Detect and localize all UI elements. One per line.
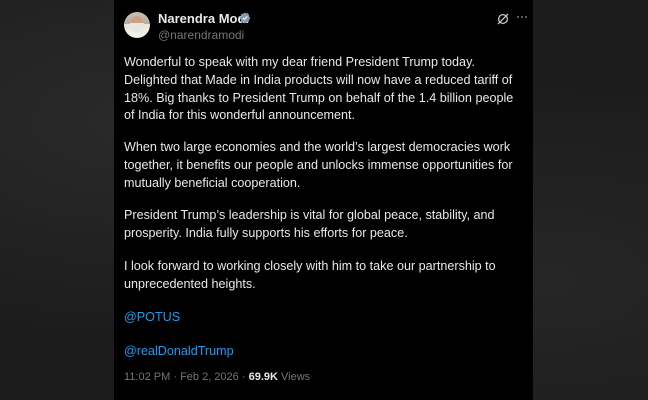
- tweet-meta: 11:02 PM · Feb 2, 2026 · 69.9K Views: [124, 371, 310, 383]
- tweet-time[interactable]: 11:02 PM: [124, 371, 170, 383]
- more-icon[interactable]: [515, 10, 529, 24]
- meta-separator: ·: [173, 371, 178, 383]
- tweet-paragraph: I look forward to working closely with h…: [124, 259, 496, 291]
- tweet-paragraph: When two large economies and the world’s…: [124, 140, 513, 190]
- meta-separator: ·: [241, 371, 246, 383]
- views-label: Views: [281, 371, 311, 383]
- tweet-paragraph: Wonderful to speak with my dear friend P…: [124, 55, 514, 123]
- tweet-header: Narendra Modi @narendramodi: [114, 0, 533, 50]
- views-count: 69.9K: [248, 371, 278, 383]
- author-handle[interactable]: @narendramodi: [158, 28, 244, 42]
- grok-icon[interactable]: [496, 12, 510, 26]
- tweet-paragraph: President Trump’s leadership is vital fo…: [124, 208, 495, 240]
- verified-badge-icon[interactable]: [239, 12, 251, 24]
- author-display-name[interactable]: Narendra Modi: [158, 11, 249, 26]
- avatar-beard: [130, 23, 144, 32]
- avatar[interactable]: [124, 12, 150, 38]
- tweet-card: Narendra Modi @narendramodi Wonderful to…: [114, 0, 533, 400]
- tweet-date[interactable]: Feb 2, 2026: [180, 371, 239, 383]
- mention-link-realdonaldtrump[interactable]: @realDonaldTrump: [124, 344, 234, 358]
- mention-link-potus[interactable]: @POTUS: [124, 310, 180, 324]
